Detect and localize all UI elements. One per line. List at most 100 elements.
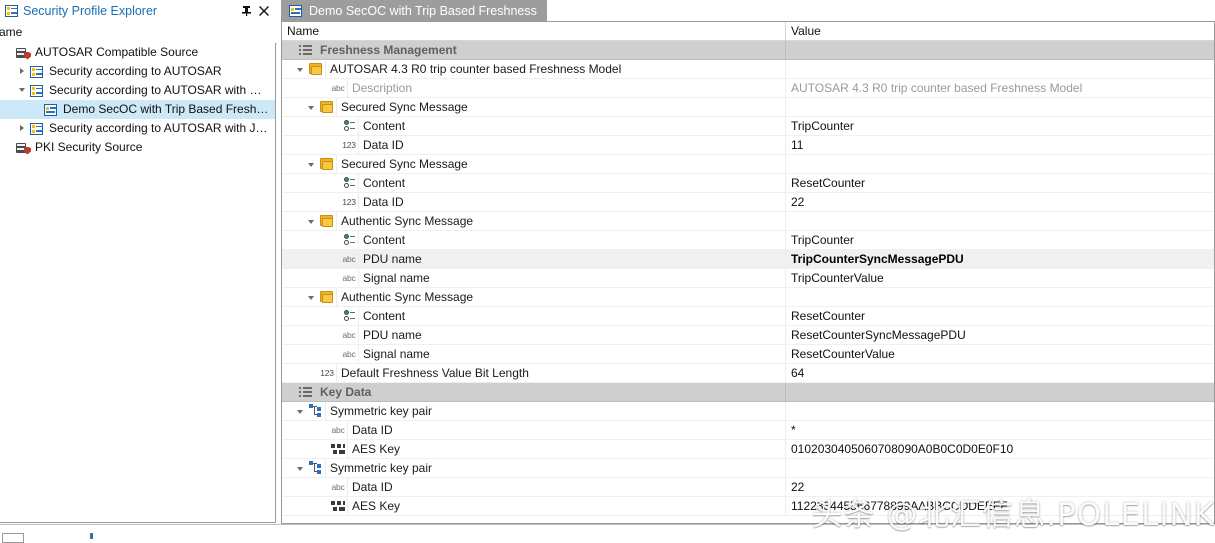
source-icon [15, 45, 31, 61]
grid-twisty-empty [326, 174, 340, 192]
grid-row[interactable]: AES Key 112233445566778899AABBCCDDEEFF [282, 497, 1214, 516]
tree-item[interactable]: PKI Security Source [0, 138, 275, 157]
pin-icon[interactable] [237, 2, 255, 20]
grid-cell-name: 123 Data ID [282, 193, 786, 211]
grid-section-row[interactable]: Freshness Management [282, 41, 1214, 60]
tree-item[interactable]: Security according to AUTOSAR [0, 62, 275, 81]
grid-cell-value[interactable] [786, 459, 1214, 477]
grid-cell-value[interactable] [786, 212, 1214, 230]
chevron-down-icon[interactable] [304, 212, 318, 230]
grid-row[interactable]: Content ResetCounter [282, 307, 1214, 326]
grid-row-label-text: AUTOSAR 4.3 R0 trip counter based Freshn… [330, 61, 622, 76]
abc-icon: abc [342, 254, 356, 264]
grid-row[interactable]: Authentic Sync Message [282, 212, 1214, 231]
tree-item[interactable]: Demo SecOC with Trip Based Fresh… [0, 100, 275, 119]
grid-cell-value[interactable] [786, 98, 1214, 116]
grid-row[interactable]: abc PDU name ResetCounterSyncMessagePDU [282, 326, 1214, 345]
grid-row[interactable]: Secured Sync Message [282, 155, 1214, 174]
grid-row[interactable]: abc PDU name TripCounterSyncMessagePDU [282, 250, 1214, 269]
grid-cell-name: abc Data ID [282, 421, 786, 439]
abc-icon: abc [331, 482, 345, 492]
grid-cell-value[interactable]: ResetCounterSyncMessagePDU [786, 326, 1214, 344]
grid-cell-value[interactable]: 11 [786, 136, 1214, 154]
grid-cell-name: Content [282, 307, 786, 325]
grid-cell-value[interactable] [786, 402, 1214, 420]
grid-cell-value[interactable] [786, 155, 1214, 173]
grid-cell-value[interactable] [786, 383, 1214, 401]
grid-indent [282, 421, 315, 439]
grid-cell-value[interactable]: ResetCounter [786, 307, 1214, 325]
grid-row[interactable]: abc Description AUTOSAR 4.3 R0 trip counte… [282, 79, 1214, 98]
tree-item[interactable]: Security according to AUTOSAR with … [0, 81, 275, 100]
grid-row[interactable]: 123 Data ID 22 [282, 193, 1214, 212]
grid-cell-value[interactable]: 112233445566778899AABBCCDDEEFF [786, 497, 1214, 515]
grid-cell-value[interactable] [786, 60, 1214, 78]
abc-icon: abc [342, 330, 356, 340]
grid-row[interactable]: Content ResetCounter [282, 174, 1214, 193]
grid-cell-value[interactable]: TripCounterSyncMessagePDU [786, 250, 1214, 268]
grid-row[interactable]: abc Signal name ResetCounterValue [282, 345, 1214, 364]
grid-column-header-value[interactable]: Value [786, 22, 1214, 40]
grid-row[interactable]: Symmetric key pair [282, 402, 1214, 421]
grid-cell-value[interactable]: * [786, 421, 1214, 439]
grid-cell-value[interactable]: 22 [786, 193, 1214, 211]
grid-cell-value[interactable]: TripCounter [786, 231, 1214, 249]
grid-row[interactable]: AES Key 0102030405060708090A0B0C0D0E0F10 [282, 440, 1214, 459]
grid-cell-name: 123 Default Freshness Value Bit Length [282, 364, 786, 382]
chevron-right-icon[interactable] [16, 119, 29, 138]
profile-icon [29, 83, 45, 99]
chevron-down-icon[interactable] [304, 98, 318, 116]
grid-row[interactable]: 123 Default Freshness Value Bit Length 64 [282, 364, 1214, 383]
grid-row-label-text: Data ID [363, 137, 404, 152]
grid-cell-value[interactable]: 0102030405060708090A0B0C0D0E0F10 [786, 440, 1214, 458]
tree-item[interactable]: AUTOSAR Compatible Source [0, 43, 275, 62]
grid-twisty-empty [326, 307, 340, 325]
close-icon[interactable] [255, 2, 273, 20]
security-profile-tree[interactable]: AUTOSAR Compatible Source Security accord… [0, 43, 276, 523]
grid-row-label-text: Data ID [352, 479, 393, 494]
chevron-down-icon[interactable] [293, 402, 307, 420]
grid-row[interactable]: abc Data ID 22 [282, 478, 1214, 497]
grid-row[interactable]: AUTOSAR 4.3 R0 trip counter based Freshn… [282, 60, 1214, 79]
grid-twisty-empty [326, 136, 340, 154]
tree-item-label: Security according to AUTOSAR [49, 64, 222, 78]
profile-leaf-icon [43, 102, 59, 118]
grid-cell-name: Symmetric key pair [282, 402, 786, 420]
grid-row[interactable]: Content TripCounter [282, 231, 1214, 250]
grid-row[interactable]: 123 Data ID 11 [282, 136, 1214, 155]
grid-cell-value[interactable]: ResetCounterValue [786, 345, 1214, 363]
grid-column-header-name[interactable]: Name [282, 22, 786, 40]
property-grid[interactable]: Name Value Freshness Management AUTOSAR 4… [281, 21, 1215, 524]
grid-row[interactable]: Authentic Sync Message [282, 288, 1214, 307]
grid-cell-value[interactable]: TripCounterValue [786, 269, 1214, 287]
grid-cell-value[interactable]: TripCounter [786, 117, 1214, 135]
grid-body: Freshness Management AUTOSAR 4.3 R0 trip … [282, 41, 1214, 516]
grid-cell-value[interactable]: 22 [786, 478, 1214, 496]
grid-row[interactable]: Content TripCounter [282, 117, 1214, 136]
grid-section-row[interactable]: Key Data [282, 383, 1214, 402]
grid-row[interactable]: abc Data ID * [282, 421, 1214, 440]
chevron-down-icon[interactable] [304, 155, 318, 173]
chevron-down-icon[interactable] [293, 60, 307, 78]
grid-row[interactable]: Secured Sync Message [282, 98, 1214, 117]
tab-demo-secoc-trip-based-freshness[interactable]: Demo SecOC with Trip Based Freshness [281, 0, 547, 21]
grid-row[interactable]: abc Signal name TripCounterValue [282, 269, 1214, 288]
grid-row[interactable]: Symmetric key pair [282, 459, 1214, 478]
grid-row-label: Content [358, 174, 785, 192]
chevron-down-icon[interactable] [293, 459, 307, 477]
grid-cell-value[interactable]: AUTOSAR 4.3 R0 trip counter based Freshn… [786, 79, 1214, 97]
grid-cell-value[interactable] [786, 288, 1214, 306]
grid-cell-name: AES Key [282, 497, 786, 515]
tree-item[interactable]: Security according to AUTOSAR with J… [0, 119, 275, 138]
tree-column-header[interactable]: ame [0, 21, 277, 44]
grid-row-label-text: AES Key [352, 441, 401, 456]
grid-cell-value[interactable]: ResetCounter [786, 174, 1214, 192]
chevron-down-icon[interactable] [16, 81, 29, 100]
chevron-right-icon[interactable] [16, 62, 29, 81]
chevron-down-icon[interactable] [304, 288, 318, 306]
grid-cell-value[interactable]: 64 [786, 364, 1214, 382]
grid-cell-value[interactable] [786, 41, 1214, 59]
